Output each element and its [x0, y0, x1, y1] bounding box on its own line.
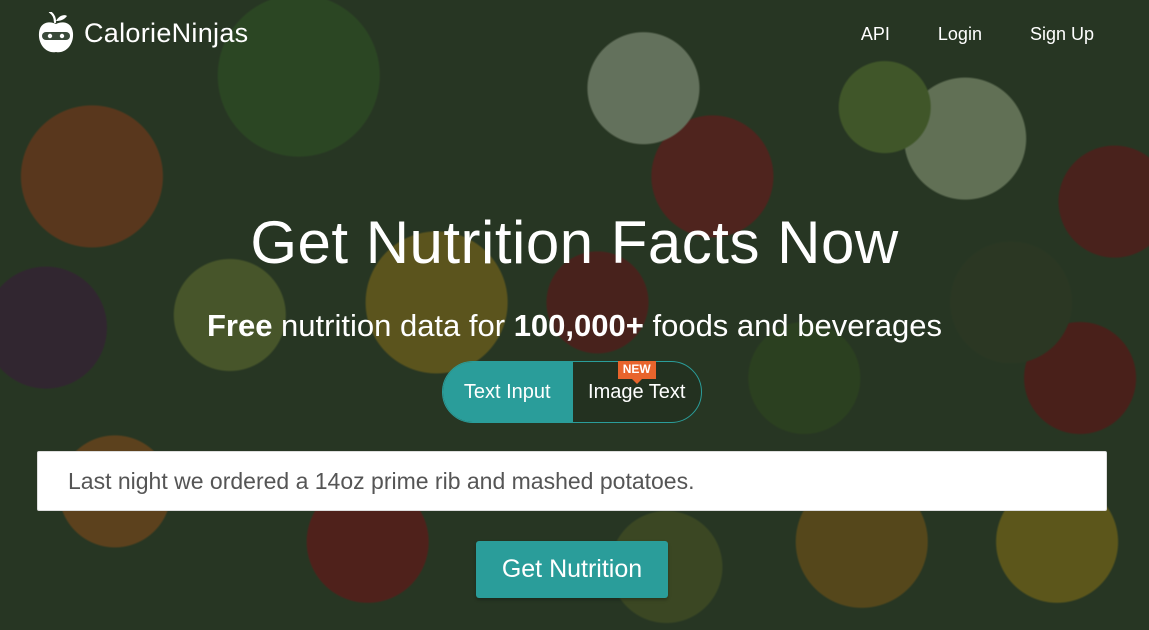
toggle-image-text[interactable]: NEW Image Text: [571, 361, 701, 422]
subtitle-part1: nutrition data for: [272, 308, 514, 343]
new-badge: NEW: [617, 361, 656, 379]
toggle-text-input[interactable]: Text Input: [443, 362, 572, 422]
page-title: Get Nutrition Facts Now: [250, 209, 899, 276]
subtitle-part2: foods and beverages: [643, 308, 943, 343]
food-query-input[interactable]: [37, 451, 1107, 511]
subtitle-count: 100,000+: [513, 308, 644, 343]
subtitle-free: Free: [206, 308, 273, 343]
page-subtitle: Free nutrition data for 100,000+ foods a…: [0, 308, 1149, 344]
get-nutrition-button[interactable]: Get Nutrition: [476, 541, 668, 598]
main-content: Get Nutrition Facts Now Free nutrition d…: [0, 0, 1149, 630]
input-mode-toggle: Text Input NEW Image Text: [442, 361, 702, 423]
